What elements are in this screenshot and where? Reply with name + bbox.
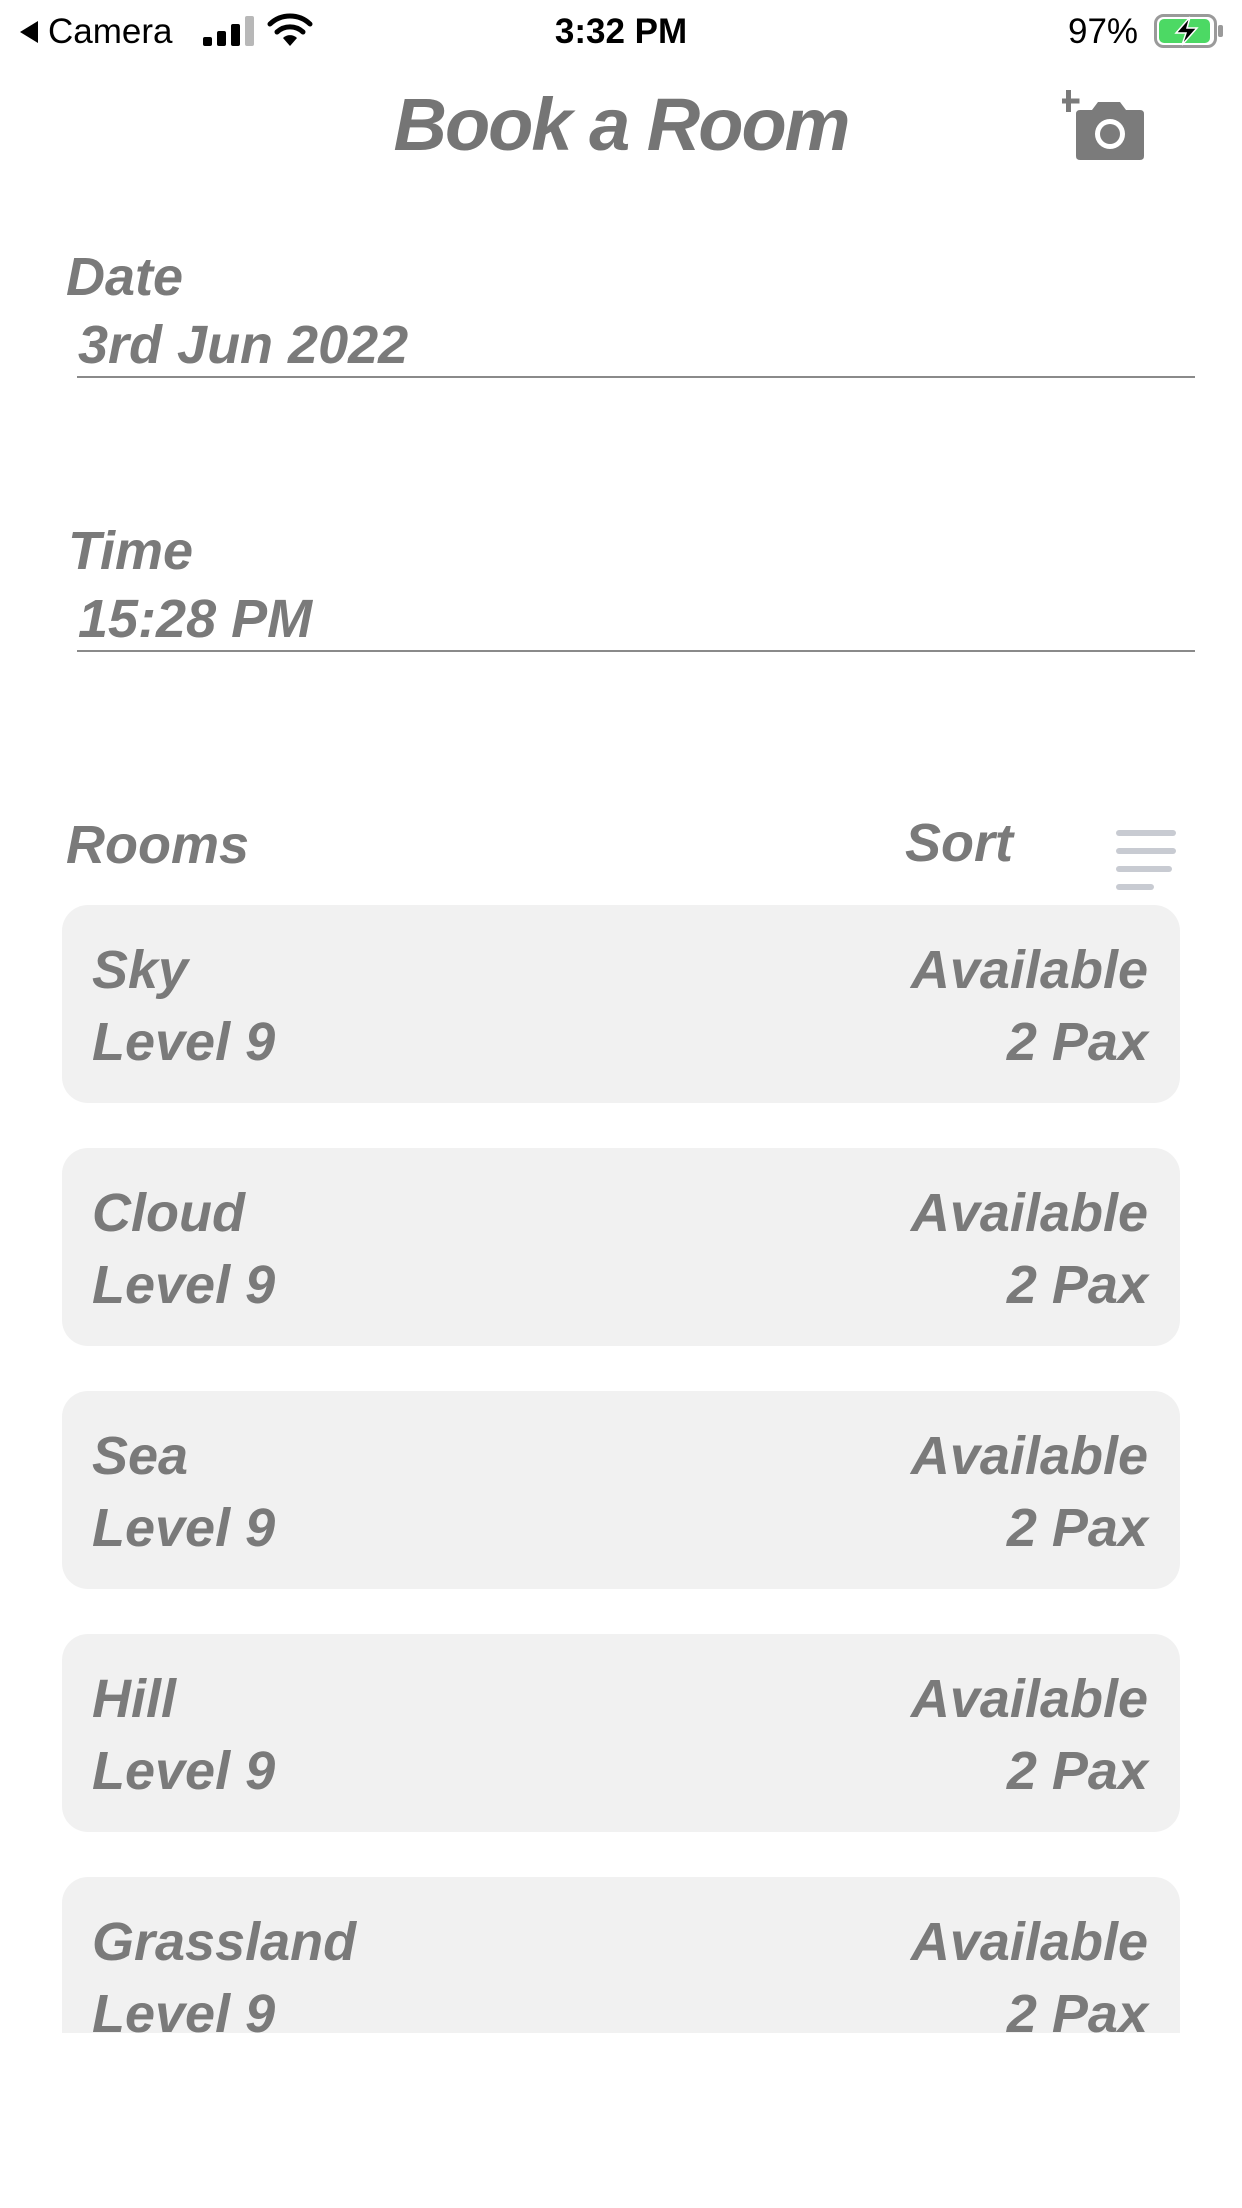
date-label: Date xyxy=(66,247,184,307)
room-name: Hill xyxy=(92,1669,177,1729)
room-status: Available xyxy=(910,1912,1148,1972)
room-status: Available xyxy=(910,1426,1148,1486)
room-level: Level 9 xyxy=(92,1984,276,2033)
room-card[interactable]: Grassland Level 9 Available 2 Pax xyxy=(62,1877,1180,2033)
room-name: Sea xyxy=(92,1426,189,1486)
room-capacity: 2 Pax xyxy=(1006,1741,1148,1801)
time-input[interactable]: 15:28 PM xyxy=(78,588,312,650)
room-card[interactable]: Cloud Level 9 Available 2 Pax xyxy=(62,1148,1180,1346)
status-time: 3:32 PM xyxy=(554,12,688,51)
room-level: Level 9 xyxy=(92,1741,276,1801)
room-level: Level 9 xyxy=(92,1255,276,1315)
rooms-label: Rooms xyxy=(66,815,250,875)
room-name: Grassland xyxy=(92,1912,357,1972)
sort-button[interactable]: Sort xyxy=(905,812,1013,874)
room-level: Level 9 xyxy=(92,1498,276,1558)
status-bar: Camera 3:32 PM 97% xyxy=(0,0,1242,64)
book-room-screen: Camera 3:32 PM 97% Book a Room Date 3rd … xyxy=(0,0,1242,2208)
time-label: Time xyxy=(68,521,194,581)
room-capacity: 2 Pax xyxy=(1006,1255,1148,1315)
add-photo-camera-icon[interactable] xyxy=(1062,86,1152,166)
room-list[interactable]: Sky Level 9 Available 2 Pax Cloud Level … xyxy=(62,905,1180,2033)
date-input[interactable]: 3rd Jun 2022 xyxy=(78,314,408,376)
page-title: Book a Room xyxy=(393,83,851,166)
room-capacity: 2 Pax xyxy=(1006,1984,1148,2033)
room-status: Available xyxy=(910,1669,1148,1729)
room-level: Level 9 xyxy=(92,1012,276,1072)
room-capacity: 2 Pax xyxy=(1006,1012,1148,1072)
time-underline xyxy=(77,650,1195,652)
room-card[interactable]: Sky Level 9 Available 2 Pax xyxy=(62,905,1180,1103)
room-capacity: 2 Pax xyxy=(1006,1498,1148,1558)
room-status: Available xyxy=(910,1183,1148,1243)
battery-percent: 97% xyxy=(1068,12,1139,51)
battery-charging-icon xyxy=(1154,14,1223,48)
room-name: Cloud xyxy=(92,1183,245,1243)
sort-lines-icon[interactable] xyxy=(1116,826,1180,890)
room-card[interactable]: Hill Level 9 Available 2 Pax xyxy=(62,1634,1180,1832)
room-name: Sky xyxy=(92,940,189,1000)
date-underline xyxy=(77,376,1195,378)
room-card[interactable]: Sea Level 9 Available 2 Pax xyxy=(62,1391,1180,1589)
room-status: Available xyxy=(910,940,1148,1000)
